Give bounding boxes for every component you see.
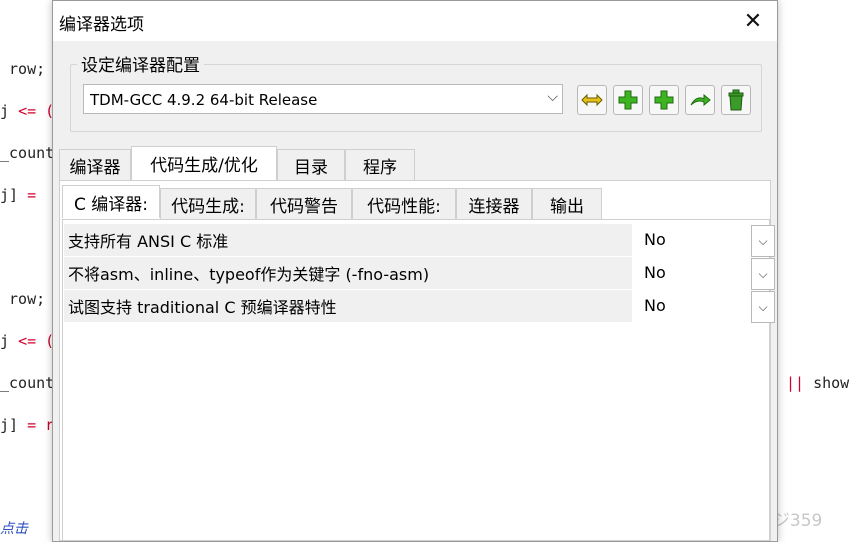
subtab-c-compiler[interactable]: C 编译器: bbox=[62, 185, 160, 218]
code-line: j] = r bbox=[0, 416, 55, 434]
chevron-down-icon: ⌵ bbox=[758, 266, 768, 281]
subtab-label: 连接器 bbox=[468, 196, 520, 217]
subtab-code-warnings[interactable]: 代码警告 bbox=[256, 188, 352, 219]
code-line-right: || show bbox=[786, 374, 850, 392]
option-label-traditional: 试图支持 traditional C 预编译器特性 bbox=[64, 290, 632, 322]
tab-label: 代码生成/优化 bbox=[150, 156, 258, 176]
code-line: _count bbox=[0, 144, 55, 162]
subtab-code-generation[interactable]: 代码生成: bbox=[160, 188, 256, 219]
option-value-ansi[interactable]: No bbox=[644, 230, 666, 249]
rename-profile-button[interactable] bbox=[577, 85, 607, 115]
tab-label: 目录 bbox=[294, 157, 328, 178]
close-icon: ✕ bbox=[743, 8, 763, 34]
code-line: _count bbox=[0, 374, 55, 392]
option-dropdown-ansi[interactable]: ⌵ bbox=[751, 225, 775, 257]
import-profile-button[interactable] bbox=[685, 85, 715, 115]
title-bar[interactable]: 编译器选项 ✕ bbox=[53, 1, 777, 41]
options-grid: 支持所有 ANSI C 标准 No ⌵ 不将asm、inline、typeof作… bbox=[62, 219, 775, 541]
subtab-label: 输出 bbox=[550, 196, 584, 217]
code-line: j] = bbox=[0, 186, 37, 204]
code-line: j <= ( bbox=[0, 332, 55, 350]
option-dropdown-fno-asm[interactable]: ⌵ bbox=[751, 258, 775, 290]
chevron-down-icon: ⌵ bbox=[758, 299, 768, 314]
code-line: row; bbox=[0, 60, 46, 78]
tab-label: 程序 bbox=[363, 157, 397, 178]
tab-programs[interactable]: 程序 bbox=[345, 149, 415, 180]
rename-icon bbox=[581, 93, 603, 107]
arrow-right-icon bbox=[690, 93, 711, 107]
option-value-fno-asm[interactable]: No bbox=[644, 263, 666, 282]
add-profile-button[interactable] bbox=[613, 85, 643, 115]
subtab-label: C 编译器: bbox=[73, 194, 148, 215]
plus-icon bbox=[654, 90, 674, 110]
compiler-profile-select[interactable]: TDM-GCC 4.9.2 64-bit Release ⌵ bbox=[83, 84, 563, 114]
subtab-code-profiling[interactable]: 代码性能: bbox=[352, 188, 456, 219]
code-line: j <= ( bbox=[0, 102, 55, 120]
subtab-linker[interactable]: 连接器 bbox=[456, 188, 532, 219]
option-value-traditional[interactable]: No bbox=[644, 296, 666, 315]
group-label: 设定编译器配置 bbox=[77, 51, 204, 76]
subtab-label: 代码警告 bbox=[270, 196, 338, 217]
chevron-down-icon: ⌵ bbox=[758, 233, 768, 248]
trash-icon bbox=[728, 89, 744, 111]
code-line: row; bbox=[0, 290, 46, 308]
option-dropdown-traditional[interactable]: ⌵ bbox=[751, 291, 775, 323]
option-label-fno-asm: 不将asm、inline、typeof作为关键字 (-fno-asm) bbox=[64, 257, 632, 289]
chevron-down-icon: ⌵ bbox=[547, 89, 558, 105]
tab-label: 编译器 bbox=[69, 157, 121, 178]
subtab-label: 代码性能: bbox=[367, 196, 441, 217]
option-label-ansi: 支持所有 ANSI C 标准 bbox=[64, 224, 632, 256]
subtab-label: 代码生成: bbox=[171, 196, 245, 217]
selected-profile: TDM-GCC 4.9.2 64-bit Release bbox=[90, 91, 318, 109]
subtab-output[interactable]: 输出 bbox=[532, 188, 602, 219]
compiler-options-dialog: 编译器选项 ✕ 设定编译器配置 TDM-GCC 4.9.2 64-bit Rel… bbox=[52, 0, 778, 542]
tab-code-generation-optimization[interactable]: 代码生成/优化 bbox=[131, 146, 277, 180]
plus-icon bbox=[618, 90, 638, 110]
tab-compiler[interactable]: 编译器 bbox=[59, 149, 131, 180]
tab-directories[interactable]: 目录 bbox=[277, 149, 345, 180]
delete-profile-button[interactable] bbox=[721, 85, 751, 115]
close-button[interactable]: ✕ bbox=[729, 1, 777, 41]
code-fragment: 点击 bbox=[0, 521, 28, 537]
dialog-title: 编译器选项 bbox=[59, 15, 144, 35]
copy-profile-button[interactable] bbox=[649, 85, 679, 115]
